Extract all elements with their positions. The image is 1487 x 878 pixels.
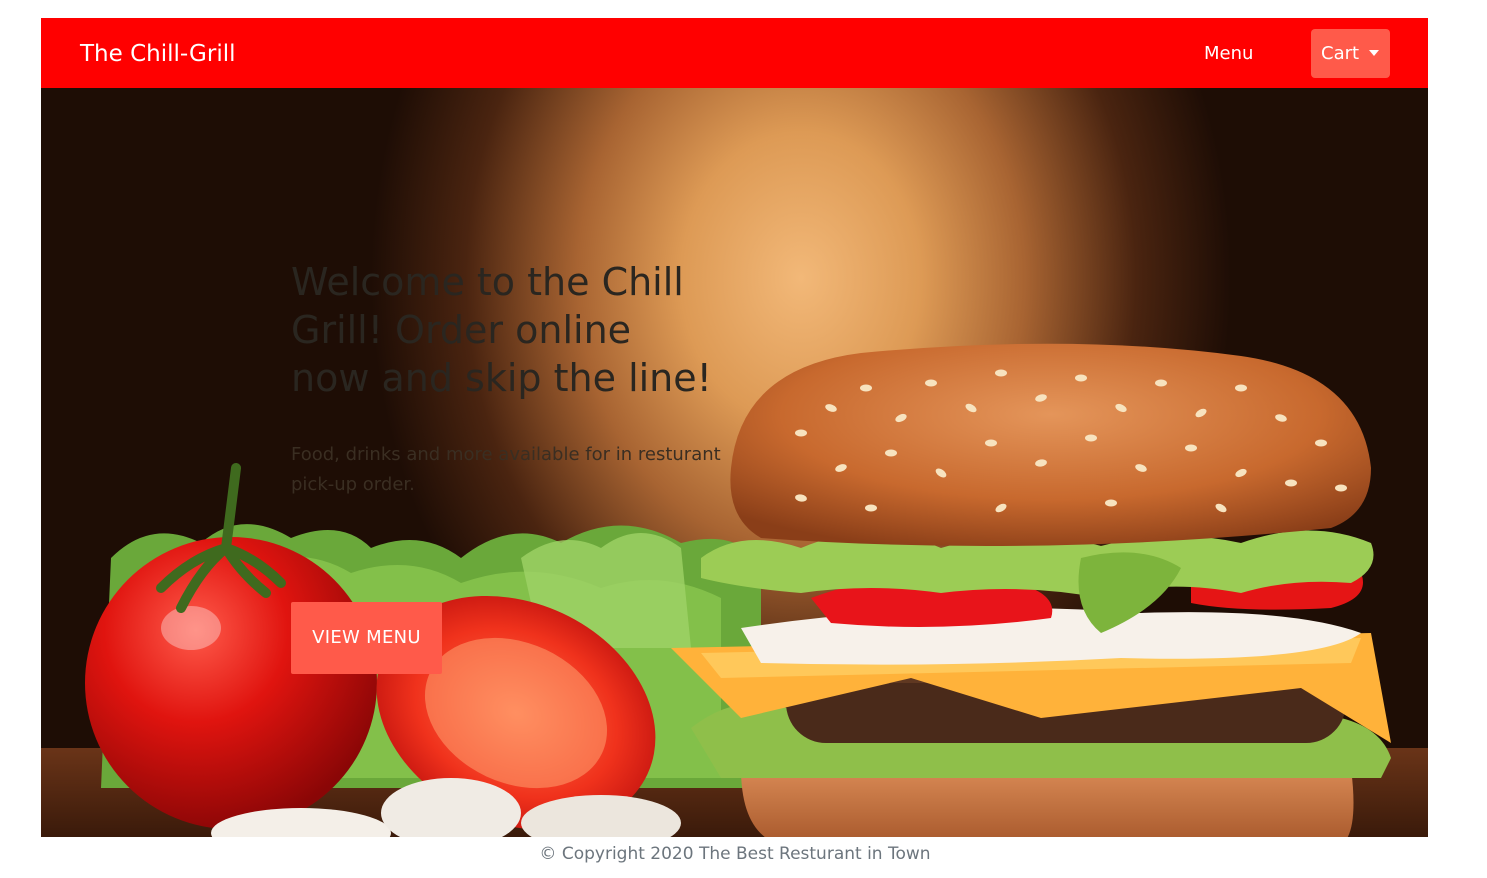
brand-link[interactable]: The Chill-Grill <box>80 18 236 88</box>
cart-label: Cart <box>1321 43 1360 64</box>
view-menu-button[interactable]: VIEW MENU <box>291 602 442 674</box>
hero-subtitle: Food, drinks and more available for in r… <box>291 444 721 495</box>
page: The Chill-Grill Menu Cart Welcome to the… <box>0 0 1487 878</box>
hero-text-block: Welcome to the Chill Grill! Order online… <box>291 258 721 500</box>
navbar: The Chill-Grill Menu Cart <box>41 18 1428 88</box>
hero-title: Welcome to the Chill Grill! Order online… <box>291 260 712 400</box>
footer-copyright: © Copyright 2020 The Best Resturant in T… <box>539 844 931 864</box>
hero-section: Welcome to the Chill Grill! Order online… <box>41 88 1428 837</box>
cart-dropdown-button[interactable]: Cart <box>1311 29 1390 78</box>
caret-down-icon <box>1369 50 1379 56</box>
menu-nav-link[interactable]: Menu <box>1204 18 1253 88</box>
hero-background-image <box>41 343 1428 837</box>
